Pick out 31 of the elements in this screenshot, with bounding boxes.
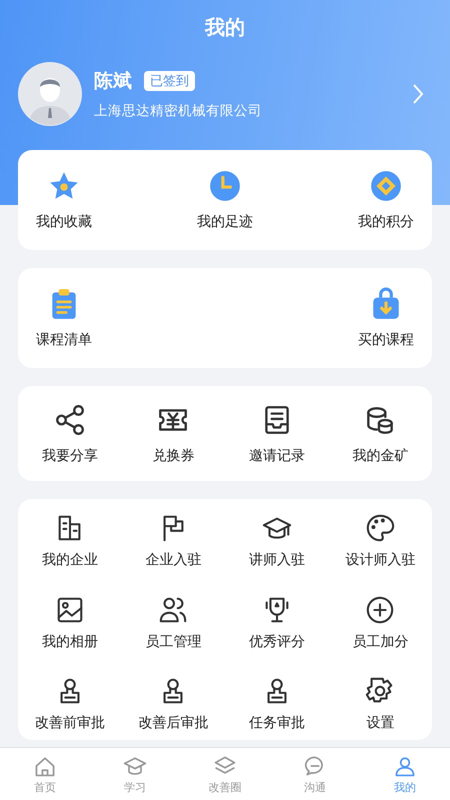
people-icon[interactable] [158, 594, 188, 624]
page-title: 我的 [204, 14, 246, 41]
menu-item-label[interactable]: 我的相册 [42, 632, 98, 650]
menu-item-label[interactable]: 我的足迹 [197, 213, 253, 231]
palette-icon[interactable] [365, 513, 396, 543]
menu-item-label[interactable]: 邀请记录 [248, 446, 305, 464]
menu-item-label[interactable]: 员工管理 [145, 632, 202, 650]
menu-item-label[interactable]: 改善后审批 [138, 714, 208, 732]
menu-item-label[interactable]: 我要分享 [42, 446, 98, 464]
menu-item-label[interactable]: 我的积分 [358, 213, 414, 231]
image-icon[interactable] [54, 594, 85, 624]
menu-item-label[interactable]: 讲师入驻 [248, 551, 305, 569]
menu-item-label[interactable]: 设计师入驻 [345, 551, 416, 569]
menu-item-label[interactable]: 改善前审批 [34, 714, 105, 732]
menu-item-label[interactable]: 员工加分 [352, 632, 408, 650]
menu-item-label[interactable]: 我的收藏 [36, 213, 92, 231]
user-name: 陈斌 [94, 69, 132, 94]
menu-item-label[interactable]: 优秀评分 [248, 632, 305, 650]
menu-item-label[interactable]: 买的课程 [358, 331, 414, 349]
menu-item-label[interactable]: 兑换券 [152, 446, 194, 464]
menu-item-label[interactable]: 设置 [366, 714, 394, 732]
plus-circle-icon[interactable] [365, 594, 396, 624]
menu-item-label[interactable]: 课程清单 [36, 331, 92, 349]
signed-in-badge: 已签到 [144, 71, 195, 91]
clock-icon[interactable] [208, 169, 242, 203]
avatar [18, 62, 82, 126]
menu-item-label[interactable]: 我的企业 [42, 551, 98, 569]
menu-item-label[interactable]: 企业入驻 [145, 551, 202, 569]
menu-item-label[interactable]: 我的金矿 [352, 446, 408, 464]
company-name: 上海思达精密机械有限公司 [94, 102, 263, 120]
menu-item-label[interactable]: 任务审批 [248, 714, 305, 732]
